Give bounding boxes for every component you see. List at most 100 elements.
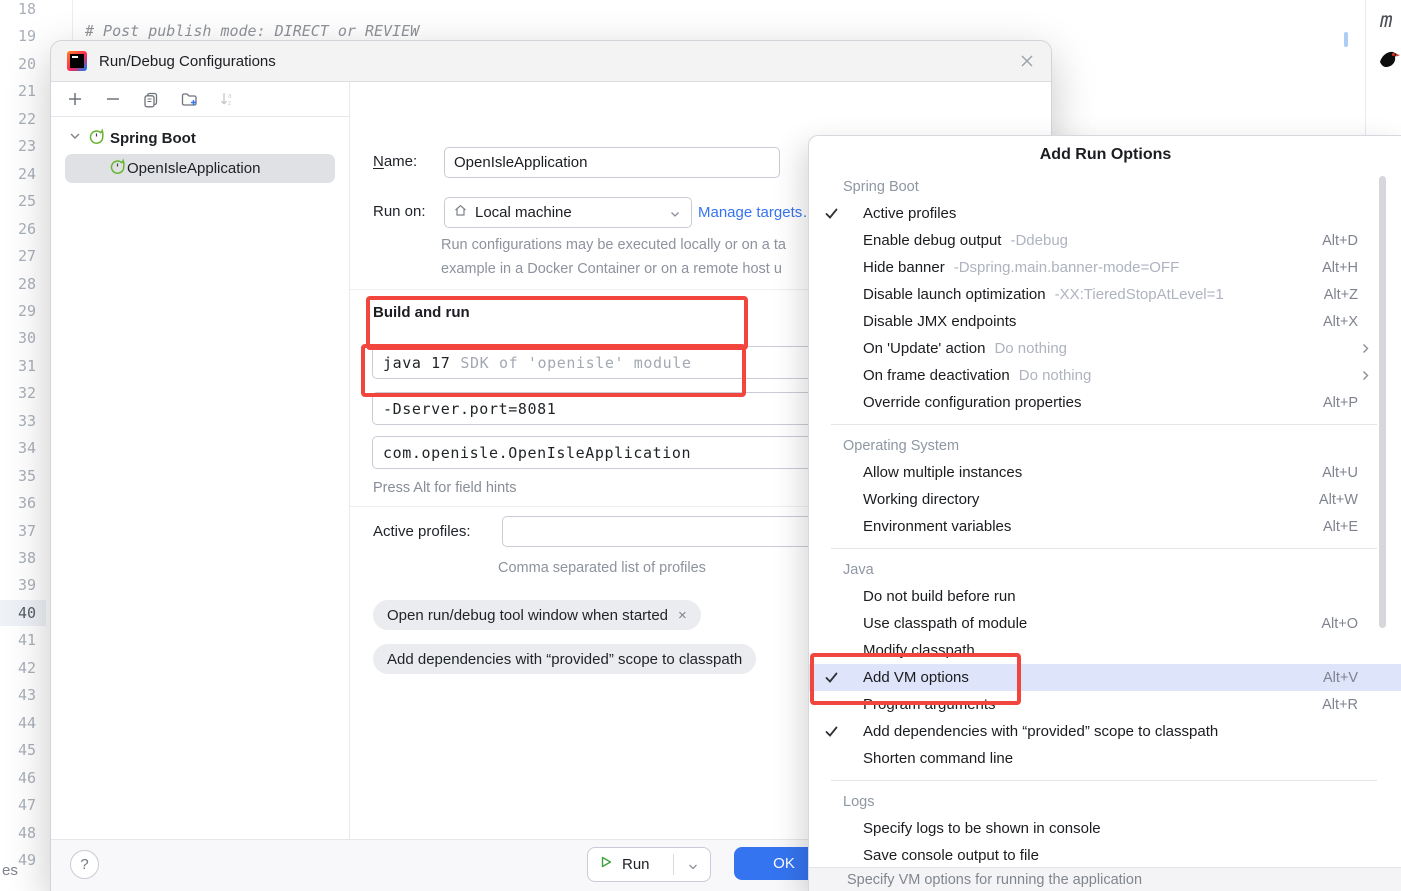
menu-section-header: Java	[809, 556, 1401, 583]
run-button[interactable]: Run	[587, 847, 711, 882]
tag-provided-scope[interactable]: Add dependencies with “provided” scope t…	[373, 644, 756, 674]
line-number[interactable]: 41	[0, 627, 46, 653]
line-number-text: 18	[18, 0, 46, 18]
line-number[interactable]: 48	[0, 820, 46, 846]
line-number[interactable]: 32	[0, 380, 46, 406]
line-number-text: 24	[18, 165, 46, 183]
line-number-text: 36	[18, 494, 46, 512]
menu-item[interactable]: On 'Update' actionDo nothing	[809, 335, 1401, 362]
line-number[interactable]: 45	[0, 737, 46, 763]
line-number[interactable]: 40	[0, 600, 46, 626]
manage-targets-link[interactable]: Manage targets…	[698, 204, 817, 221]
line-number[interactable]: 36	[0, 490, 46, 516]
menu-item-label: Add dependencies with “provided” scope t…	[863, 723, 1218, 740]
run-on-label: Run on:	[373, 203, 426, 220]
line-number[interactable]: 20	[0, 51, 46, 77]
line-number[interactable]: 31	[0, 353, 46, 379]
menu-item-shortcut: Alt+Z	[1324, 287, 1358, 303]
menu-item-label: Enable debug output	[863, 232, 1001, 249]
line-number-text: 43	[18, 686, 46, 704]
menu-item[interactable]: Active profiles	[809, 200, 1401, 227]
menu-item[interactable]: Shorten command line	[809, 745, 1401, 772]
menu-item-label: Disable JMX endpoints	[863, 313, 1016, 330]
tag-open-tool-window[interactable]: Open run/debug tool window when started …	[373, 600, 701, 630]
menu-item[interactable]: Program argumentsAlt+R	[809, 691, 1401, 718]
line-number[interactable]: 26	[0, 216, 46, 242]
bird-icon	[1376, 46, 1401, 77]
line-number[interactable]: 23	[0, 133, 46, 159]
line-number[interactable]: 42	[0, 655, 46, 681]
line-number[interactable]: 39	[0, 572, 46, 598]
line-number-text: 37	[18, 522, 46, 540]
line-number[interactable]: 30	[0, 325, 46, 351]
menu-item[interactable]: Do not build before run	[809, 583, 1401, 610]
line-number-text: 45	[18, 741, 46, 759]
dialog-title: Run/Debug Configurations	[99, 53, 276, 70]
line-number-text: 23	[18, 137, 46, 155]
menu-scrollbar[interactable]	[1379, 176, 1386, 628]
menu-item[interactable]: Add dependencies with “provided” scope t…	[809, 718, 1401, 745]
menu-item[interactable]: Use classpath of moduleAlt+O	[809, 610, 1401, 637]
menu-item[interactable]: Working directoryAlt+W	[809, 486, 1401, 513]
line-number[interactable]: 47	[0, 792, 46, 818]
line-number[interactable]: 29	[0, 298, 46, 324]
run-on-value: Local machine	[475, 204, 572, 221]
line-number[interactable]: 22	[0, 106, 46, 132]
vm-options-value: -Dserver.port=8081	[383, 400, 556, 418]
line-number[interactable]: 33	[0, 408, 46, 434]
menu-item[interactable]: Save console output to file	[809, 842, 1401, 869]
menu-item-shortcut: Alt+W	[1319, 492, 1358, 508]
sort-icon[interactable]: az	[217, 89, 237, 109]
menu-item[interactable]: Disable launch optimization-XX:TieredSto…	[809, 281, 1401, 308]
line-number[interactable]: 19	[0, 23, 46, 49]
menu-item[interactable]: Specify logs to be shown in console	[809, 815, 1401, 842]
help-button[interactable]: ?	[70, 850, 99, 879]
menu-item-shortcut: Alt+R	[1322, 697, 1358, 713]
line-number[interactable]: 27	[0, 243, 46, 269]
line-number[interactable]: 28	[0, 271, 46, 297]
right-editor-fragment: m	[1380, 8, 1393, 32]
menu-item[interactable]: Override configuration propertiesAlt+P	[809, 389, 1401, 416]
name-input[interactable]: OpenIsleApplication	[444, 147, 780, 178]
line-number[interactable]: 35	[0, 463, 46, 489]
menu-section-header: Logs	[809, 788, 1401, 815]
line-number[interactable]: 18	[0, 0, 46, 22]
line-number-text: 27	[18, 247, 46, 265]
line-number[interactable]: 44	[0, 710, 46, 736]
line-number[interactable]: 34	[0, 435, 46, 461]
menu-title: Add Run Options	[809, 136, 1401, 173]
new-folder-icon[interactable]	[179, 89, 199, 109]
check-icon	[819, 206, 843, 221]
remove-tag-icon[interactable]: ×	[678, 607, 687, 624]
line-number[interactable]: 43	[0, 682, 46, 708]
menu-item[interactable]: On frame deactivationDo nothing	[809, 362, 1401, 389]
menu-item-label: Modify classpath	[863, 642, 975, 659]
line-number[interactable]: 38	[0, 545, 46, 571]
line-number-text: 38	[18, 549, 46, 567]
line-number-text: 31	[18, 357, 46, 375]
line-number[interactable]: 24	[0, 161, 46, 187]
menu-item[interactable]: Environment variablesAlt+E	[809, 513, 1401, 540]
remove-icon[interactable]	[103, 89, 123, 109]
menu-item[interactable]: Allow multiple instancesAlt+U	[809, 459, 1401, 486]
add-icon[interactable]	[65, 89, 85, 109]
copy-icon[interactable]	[141, 89, 161, 109]
line-number[interactable]: 25	[0, 188, 46, 214]
line-number[interactable]: 46	[0, 765, 46, 791]
run-on-select[interactable]: Local machine	[444, 197, 692, 228]
menu-item[interactable]: Disable JMX endpointsAlt+X	[809, 308, 1401, 335]
chevron-down-icon[interactable]	[687, 860, 699, 878]
menu-footer-hint: Specify VM options for running the appli…	[809, 867, 1401, 891]
menu-item[interactable]: Enable debug output-DdebugAlt+D	[809, 227, 1401, 254]
close-icon[interactable]	[1017, 51, 1037, 71]
menu-item-label: On 'Update' action	[863, 340, 985, 357]
menu-item[interactable]: Modify classpath	[809, 637, 1401, 664]
sidebar-item-openisleapplication[interactable]: OpenIsleApplication	[65, 154, 335, 183]
chevron-down-icon[interactable]	[67, 128, 83, 148]
menu-separator	[809, 772, 1401, 788]
menu-item[interactable]: Hide banner-Dspring.main.banner-mode=OFF…	[809, 254, 1401, 281]
sidebar-item-spring-boot[interactable]: Spring Boot	[51, 124, 349, 152]
line-number[interactable]: 21	[0, 78, 46, 104]
line-number[interactable]: 37	[0, 518, 46, 544]
menu-item[interactable]: Add VM optionsAlt+V	[809, 664, 1401, 691]
